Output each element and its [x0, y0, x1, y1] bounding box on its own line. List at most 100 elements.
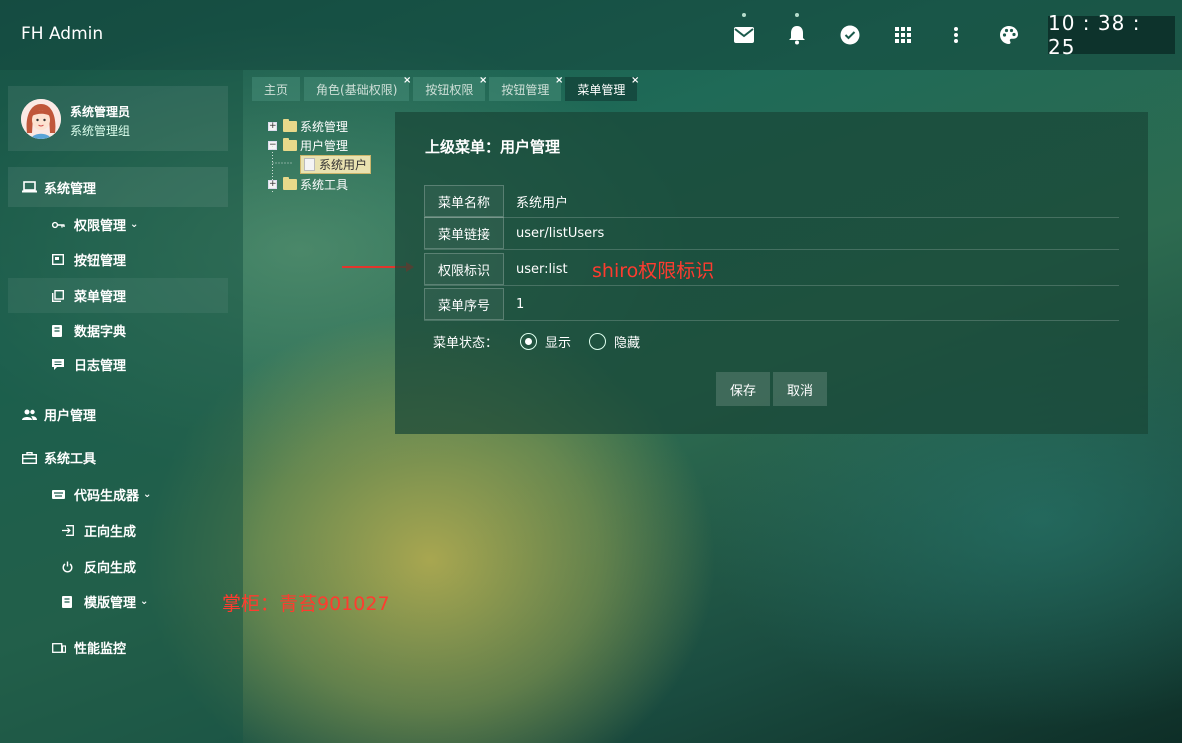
expand-icon[interactable]: +	[268, 180, 277, 189]
sidebar-item-data-dict[interactable]: 数据字典	[8, 313, 228, 348]
sidebar-label: 按钮管理	[74, 254, 127, 269]
sidebar-label: 模版管理	[84, 596, 137, 611]
tab-bar: 主页 角色(基础权限) × 按钮权限 × 按钮管理 × 菜单管理 ×	[252, 75, 641, 101]
sidebar-item-perf-monitor[interactable]: 性能监控	[8, 630, 228, 665]
sidebar-item-menu-mgmt[interactable]: 菜单管理	[8, 278, 228, 313]
close-icon[interactable]: ×	[403, 75, 411, 86]
tab-button-permission[interactable]: 按钮权限 ×	[413, 75, 487, 101]
tab-label: 菜单管理	[577, 82, 626, 97]
sidebar-label: 反向生成	[84, 561, 137, 576]
user-name: 系统管理员	[70, 105, 131, 119]
sidebar-item-forward-gen[interactable]: 正向生成	[8, 513, 228, 548]
tab-button-mgmt[interactable]: 按钮管理 ×	[489, 75, 563, 101]
apps-icon[interactable]	[892, 24, 914, 46]
sidebar-label: 权限管理	[74, 219, 127, 234]
sidebar-item-system-tools[interactable]: 系统工具	[8, 440, 228, 475]
sidebar-label: 数据字典	[74, 325, 127, 340]
tree-label: 系统用户	[319, 158, 368, 172]
radio-unchecked-icon[interactable]	[589, 333, 607, 350]
tree-label: 系统管理	[300, 120, 349, 134]
radio-checked-icon[interactable]	[520, 333, 538, 350]
tab-menu-mgmt[interactable]: 菜单管理 ×	[565, 75, 639, 101]
radio-show[interactable]: 显示	[520, 332, 571, 351]
sidebar-label: 菜单管理	[74, 290, 127, 305]
save-button[interactable]: 保存	[716, 372, 771, 406]
mail-icon[interactable]	[733, 13, 755, 46]
tree-node-system-user[interactable]: 系统用户	[300, 155, 372, 174]
permission-field[interactable]: user:list	[516, 253, 568, 285]
tab-label: 按钮管理	[501, 82, 550, 97]
watermark-text: 掌柜：青苔901027	[222, 593, 390, 615]
field-label: 菜单链接	[424, 217, 504, 249]
folder-icon	[283, 119, 297, 132]
menu-link-field[interactable]: user/listUsers	[516, 217, 604, 249]
key-icon	[52, 221, 70, 229]
field-label: 权限标识	[424, 253, 504, 285]
chevron-down-icon: ⌄	[140, 596, 149, 607]
user-card[interactable]: 系统管理员 系统管理组	[8, 86, 228, 151]
clock: 10 : 38 : 25	[1048, 11, 1175, 59]
radio-label: 显示	[545, 336, 572, 351]
sidebar-item-log-mgmt[interactable]: 日志管理	[8, 347, 228, 382]
menu-edit-panel: 上级菜单：用户管理 菜单名称 系统用户 菜单链接 user/listUsers …	[395, 112, 1148, 434]
people-icon	[22, 409, 40, 420]
close-icon[interactable]: ×	[479, 75, 487, 86]
sidebar-label: 系统管理	[44, 181, 97, 197]
tree-node-system-tools[interactable]: + 系统工具	[268, 176, 348, 193]
top-bar: FH Admin 10 : 38 : 25	[0, 0, 1182, 70]
tree-selected: 系统用户	[300, 155, 372, 174]
check-circle-icon[interactable]	[839, 24, 861, 46]
tree-node-system-mgmt[interactable]: + 系统管理	[268, 118, 348, 135]
keyboard-icon	[52, 490, 70, 499]
sidebar-label: 日志管理	[74, 359, 127, 374]
notification-dot	[795, 13, 799, 17]
sidebar-item-system-mgmt[interactable]: 系统管理	[8, 167, 228, 207]
sidebar-label: 用户管理	[44, 409, 97, 424]
file-icon	[304, 158, 315, 171]
radio-label: 隐藏	[614, 336, 641, 351]
avatar	[21, 99, 61, 139]
menu-copy-icon	[52, 289, 70, 302]
book-icon	[62, 595, 80, 608]
sidebar-item-button-mgmt[interactable]: 按钮管理	[8, 242, 228, 277]
menu-status-row: 菜单状态： 显示 隐藏	[433, 332, 640, 351]
panel-title: 上级菜单：用户管理	[425, 138, 561, 156]
tab-home[interactable]: 主页	[252, 77, 301, 101]
sidebar-label: 正向生成	[84, 525, 137, 540]
more-vert-icon[interactable]	[945, 24, 967, 46]
status-label: 菜单状态：	[433, 336, 499, 351]
user-group: 系统管理组	[70, 124, 131, 138]
expand-icon[interactable]: +	[268, 122, 277, 131]
briefcase-icon	[22, 451, 40, 464]
form-row-name: 菜单名称 系统用户	[424, 185, 1119, 218]
radio-hide[interactable]: 隐藏	[589, 332, 640, 351]
tree-label: 系统工具	[300, 178, 349, 192]
palette-icon[interactable]	[998, 24, 1020, 46]
close-icon[interactable]: ×	[555, 75, 563, 86]
sidebar-item-reverse-gen[interactable]: 反向生成	[8, 549, 228, 584]
cancel-button[interactable]: 取消	[773, 372, 828, 406]
sidebar-item-code-gen[interactable]: 代码生成器 ⌄	[8, 477, 228, 512]
comment-icon	[52, 358, 70, 371]
book-icon	[52, 324, 70, 337]
form-row-order: 菜单序号 1	[424, 288, 1119, 321]
tab-label: 按钮权限	[425, 82, 474, 97]
menu-name-field[interactable]: 系统用户	[516, 185, 568, 217]
sidebar-item-permission-mgmt[interactable]: 权限管理 ⌄	[8, 207, 228, 242]
field-label: 菜单序号	[424, 288, 504, 320]
folder-icon	[283, 177, 297, 190]
form-row-permission: 权限标识 user:list shiro权限标识	[424, 253, 1119, 286]
shiro-annotation: shiro权限标识	[592, 260, 715, 282]
sidebar-item-template-mgmt[interactable]: 模版管理 ⌄	[8, 584, 228, 619]
menu-order-field[interactable]: 1	[516, 288, 524, 320]
bell-icon[interactable]	[786, 13, 808, 46]
notification-dot	[742, 13, 746, 17]
power-icon	[62, 561, 80, 573]
sidebar-item-user-mgmt[interactable]: 用户管理	[8, 397, 228, 432]
devices-icon	[52, 642, 70, 653]
tab-role[interactable]: 角色(基础权限) ×	[304, 75, 411, 101]
tab-label: 主页	[264, 82, 289, 97]
sidebar-label: 性能监控	[74, 642, 127, 657]
close-icon[interactable]: ×	[631, 75, 639, 86]
chevron-down-icon: ⌄	[143, 489, 152, 500]
